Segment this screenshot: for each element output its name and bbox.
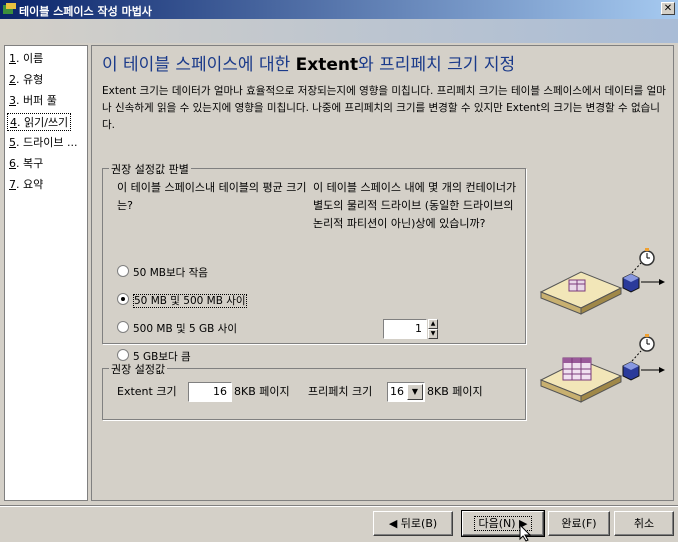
nav-item-drives[interactable]: 5. 드라이브 ... bbox=[9, 134, 77, 150]
containers-count-input[interactable]: 1 bbox=[383, 319, 427, 339]
app-icon bbox=[3, 3, 16, 14]
close-button[interactable]: ✕ bbox=[661, 2, 675, 15]
window-title: 테이블 스페이스 작성 마법사 bbox=[19, 5, 152, 18]
page-description: Extent 크기는 데이터가 얼마나 효율적으로 저장되는지에 영향을 미칩니… bbox=[102, 85, 666, 131]
radio-button-selected[interactable] bbox=[117, 293, 129, 305]
settings-group: 권장 설정값 Extent 크기 16 8KB 페이지 프리페치 크기 16 ▼… bbox=[102, 361, 526, 420]
recommend-group-legend: 권장 설정값 판별 bbox=[109, 161, 191, 177]
page-title: 이 테이블 스페이스에 대한 Extent와 프리페치 크기 지정 bbox=[102, 55, 516, 75]
title-bar: 테이블 스페이스 작성 마법사 ✕ bbox=[0, 0, 678, 19]
footer-divider bbox=[0, 505, 678, 507]
extent-size-input[interactable]: 16 bbox=[188, 382, 232, 402]
prefetch-illustration-icon bbox=[539, 334, 665, 403]
settings-group-legend: 권장 설정값 bbox=[109, 361, 168, 377]
recommend-group: 권장 설정값 판별 이 테이블 스페이스내 테이블의 평균 크기는? 이 테이블… bbox=[102, 161, 526, 363]
size-option-500mb-5gb[interactable]: 500 MB 및 5 GB 사이 bbox=[117, 321, 237, 336]
avg-size-question: 이 테이블 스페이스내 테이블의 평균 크기는? bbox=[117, 181, 307, 212]
extent-illustration-icon bbox=[539, 248, 665, 315]
nav-item-recovery[interactable]: 6. 복구 bbox=[9, 155, 43, 171]
radio-button[interactable] bbox=[117, 349, 129, 361]
content-panel: 이 테이블 스페이스에 대한 Extent와 프리페치 크기 지정 Extent… bbox=[91, 45, 674, 501]
size-option-under-50mb[interactable]: 50 MB보다 작음 bbox=[117, 265, 208, 280]
spin-down-icon[interactable]: ▼ bbox=[428, 329, 438, 339]
chevron-down-icon[interactable]: ▼ bbox=[407, 384, 423, 400]
size-option-50-500mb[interactable]: 50 MB 및 500 MB 사이 bbox=[117, 293, 247, 308]
nav-item-read-write[interactable]: 4. 읽기/쓰기 bbox=[7, 113, 72, 131]
nav-item-buffer-pool[interactable]: 3. 버퍼 풀 bbox=[9, 92, 57, 108]
spin-up-icon[interactable]: ▲ bbox=[428, 319, 438, 329]
containers-question: 이 테이블 스페이스 내에 몇 개의 컨테이너가 별도의 물리적 드라이브 (동… bbox=[313, 181, 517, 230]
containers-spinner[interactable]: ▲ ▼ bbox=[428, 319, 438, 339]
extent-size-label: Extent 크기 bbox=[117, 385, 177, 398]
mouse-cursor-icon bbox=[519, 524, 532, 542]
wizard-step-list: 1. 이름 2. 유형 3. 버퍼 풀 4. 읽기/쓰기 5. 드라이브 ...… bbox=[4, 45, 88, 501]
finish-button[interactable]: 완료(F) bbox=[548, 511, 610, 536]
prefetch-size-label: 프리페치 크기 bbox=[308, 385, 373, 398]
header-banner bbox=[0, 19, 678, 43]
nav-item-type[interactable]: 2. 유형 bbox=[9, 71, 43, 87]
nav-item-summary[interactable]: 7. 요약 bbox=[9, 176, 43, 192]
radio-button[interactable] bbox=[117, 265, 129, 277]
cancel-button[interactable]: 취소 bbox=[614, 511, 674, 536]
extent-size-unit: 8KB 페이지 bbox=[234, 385, 290, 398]
close-icon: ✕ bbox=[663, 3, 673, 14]
nav-item-name[interactable]: 1. 이름 bbox=[9, 50, 43, 66]
radio-button[interactable] bbox=[117, 321, 129, 333]
back-button[interactable]: ◀ 뒤로(B) bbox=[373, 511, 453, 536]
prefetch-size-unit: 8KB 페이지 bbox=[427, 385, 483, 398]
